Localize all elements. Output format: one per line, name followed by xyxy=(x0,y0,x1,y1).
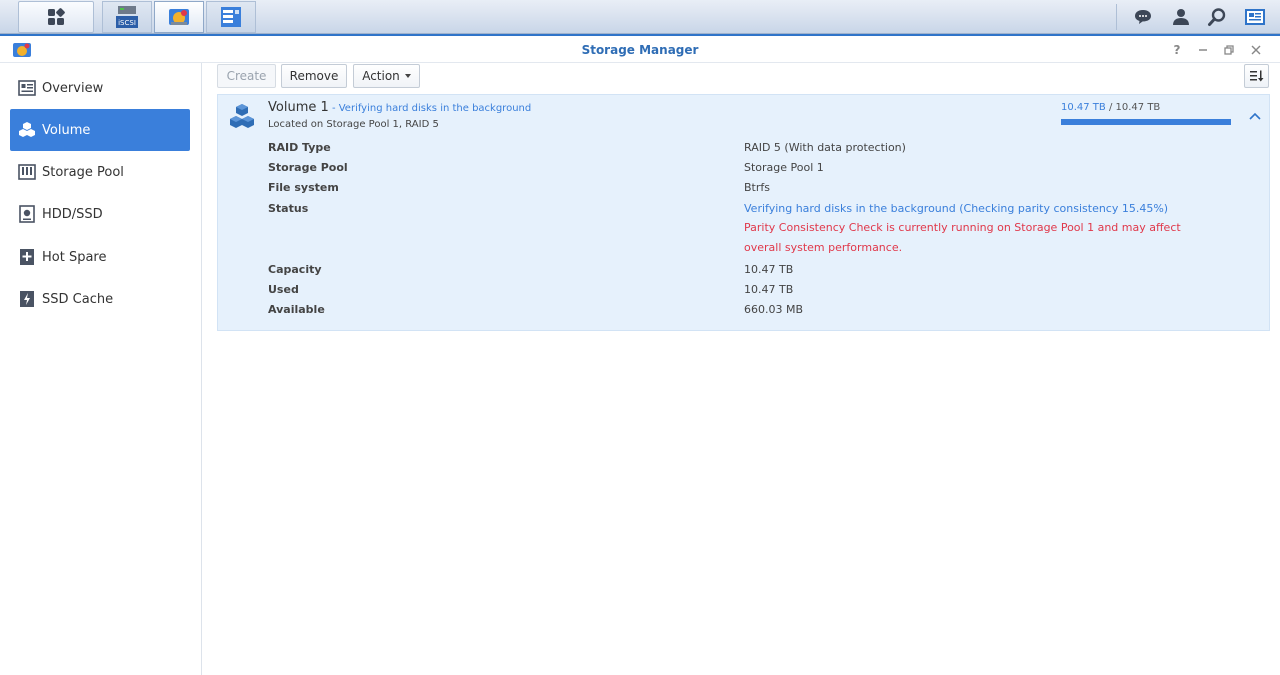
window-title: Storage Manager xyxy=(581,43,699,57)
minimize-button[interactable] xyxy=(1194,41,1212,59)
minimize-icon xyxy=(1199,49,1207,51)
capacity-label: Capacity xyxy=(268,263,322,276)
file-system-label: File system xyxy=(268,181,339,194)
storage-pool-icon xyxy=(18,163,36,181)
volume-usage-bar xyxy=(1061,119,1231,125)
sidebar-item-label: SSD Cache xyxy=(42,291,114,307)
sidebar-item-label: Storage Pool xyxy=(42,164,124,180)
volume-usage-fill xyxy=(1061,119,1231,125)
search-button[interactable] xyxy=(1202,3,1232,31)
raid-type-value: RAID 5 (With data protection) xyxy=(744,141,906,154)
used-value: 10.47 TB xyxy=(744,283,794,296)
sort-icon xyxy=(1249,70,1263,82)
sidebar-item-hot-spare[interactable]: Hot Spare xyxy=(10,236,190,278)
restore-icon xyxy=(1224,45,1234,55)
status-label: Status xyxy=(268,202,309,215)
available-label: Available xyxy=(268,303,325,316)
iscsi-icon: iSCSI xyxy=(116,6,138,28)
taskbar: iSCSI xyxy=(0,0,1280,34)
collapse-button[interactable] xyxy=(1247,109,1263,123)
storage-pool-label: Storage Pool xyxy=(268,161,348,174)
close-icon xyxy=(1251,45,1261,55)
status-warning: Parity Consistency Check is currently ru… xyxy=(744,221,1181,254)
sidebar-item-overview[interactable]: Overview xyxy=(10,67,190,109)
volume-title-separator: - xyxy=(328,103,339,114)
volume-location: Located on Storage Pool 1, RAID 5 xyxy=(268,119,439,130)
chat-button[interactable] xyxy=(1128,3,1158,31)
remove-button[interactable]: Remove xyxy=(281,64,347,88)
storage-pool-value: Storage Pool 1 xyxy=(744,161,824,174)
user-icon xyxy=(1173,9,1189,25)
hot-spare-icon xyxy=(18,248,36,266)
sidebar-item-label: HDD/SSD xyxy=(42,206,103,222)
volume-used: 10.47 TB xyxy=(1061,102,1106,113)
user-button[interactable] xyxy=(1166,3,1196,31)
available-value: 660.03 MB xyxy=(744,303,804,316)
sidebar: Overview Volume Storage Pool HDD/SSD Hot… xyxy=(0,63,202,675)
hdd-icon xyxy=(18,205,36,223)
overview-icon xyxy=(18,79,36,97)
create-button[interactable]: Create xyxy=(217,64,276,88)
tray-divider xyxy=(1116,4,1117,30)
chevron-down-icon xyxy=(404,74,411,78)
sidebar-item-label: Overview xyxy=(42,80,104,96)
storage-manager-taskbar-button[interactable] xyxy=(154,1,204,33)
volume-title: Volume 1 - Verifying hard disks in the b… xyxy=(268,100,531,115)
used-label: Used xyxy=(268,283,299,296)
widgets-icon xyxy=(1245,9,1265,25)
chevron-up-icon xyxy=(1249,112,1261,120)
iscsi-label: iSCSI xyxy=(118,19,136,27)
ssd-cache-icon xyxy=(18,290,36,308)
status-value-link[interactable]: Verifying hard disks in the background (… xyxy=(744,202,1168,215)
remove-button-label: Remove xyxy=(289,69,339,83)
widgets-button[interactable] xyxy=(1240,3,1270,31)
action-dropdown-button[interactable]: Action xyxy=(353,64,420,88)
control-panel-button[interactable] xyxy=(206,1,256,33)
grid-icon xyxy=(48,8,65,25)
volume-total: 10.47 TB xyxy=(1115,102,1161,113)
action-button-label: Action xyxy=(362,69,400,83)
capacity-value: 10.47 TB xyxy=(744,263,794,276)
panel-icon xyxy=(221,7,241,27)
file-system-value: Btrfs xyxy=(744,181,770,194)
storage-manager-icon xyxy=(169,9,189,25)
main-menu-button[interactable] xyxy=(18,1,94,33)
raid-type-label: RAID Type xyxy=(268,141,331,154)
search-icon xyxy=(1208,8,1226,26)
usage-separator: / xyxy=(1105,102,1116,113)
sidebar-item-volume[interactable]: Volume xyxy=(10,109,190,151)
volume-cubes-icon xyxy=(230,104,254,128)
volume-icon xyxy=(18,121,36,139)
sidebar-item-label: Volume xyxy=(42,122,91,138)
volume-name: Volume 1 xyxy=(268,100,329,115)
volume-status-short: Verifying hard disks in the background xyxy=(338,103,532,114)
window-titlebar[interactable]: Storage Manager ? xyxy=(0,34,1280,63)
close-button[interactable] xyxy=(1247,41,1265,59)
sidebar-item-hdd-ssd[interactable]: HDD/SSD xyxy=(10,193,190,235)
volume-usage-text: 10.47 TB / 10.47 TB xyxy=(1061,102,1160,113)
volume-panel[interactable]: Volume 1 - Verifying hard disks in the b… xyxy=(217,94,1270,331)
iscsi-manager-button[interactable]: iSCSI xyxy=(102,1,152,33)
chat-icon xyxy=(1135,10,1151,24)
help-icon: ? xyxy=(1173,43,1181,57)
sort-button[interactable] xyxy=(1244,64,1269,88)
sidebar-item-storage-pool[interactable]: Storage Pool xyxy=(10,151,190,193)
sidebar-item-label: Hot Spare xyxy=(42,249,107,265)
restore-button[interactable] xyxy=(1220,41,1238,59)
help-button[interactable]: ? xyxy=(1168,41,1186,59)
sidebar-item-ssd-cache[interactable]: SSD Cache xyxy=(10,278,190,320)
